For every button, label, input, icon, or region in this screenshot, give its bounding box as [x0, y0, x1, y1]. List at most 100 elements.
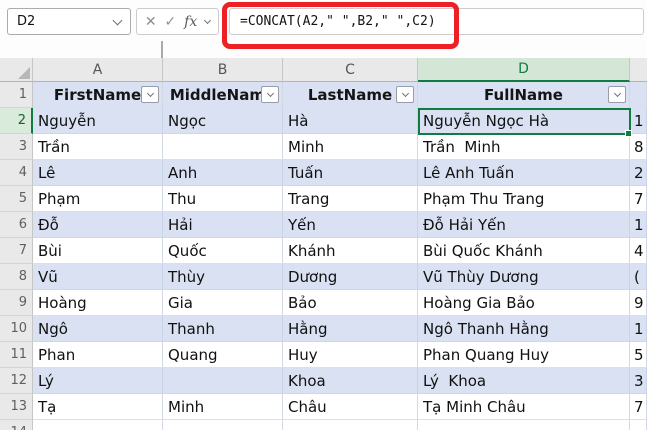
cell-d8[interactable]: Vũ Thùy Dương — [418, 264, 630, 290]
cell-a11[interactable]: Phan — [33, 342, 163, 368]
column-header-a[interactable]: A — [33, 58, 163, 82]
cell-b8[interactable]: Thùy — [163, 264, 283, 290]
cell-d2-active[interactable]: Nguyễn Ngọc Hà — [418, 108, 630, 134]
cell-d12[interactable]: Lý Khoa — [418, 368, 630, 394]
cell-c10[interactable]: Hằng — [283, 316, 418, 342]
row-header-14[interactable]: 14 — [0, 420, 33, 430]
cell-a10[interactable]: Ngô — [33, 316, 163, 342]
cell-c2[interactable]: Hà — [283, 108, 418, 134]
select-all-button[interactable] — [0, 58, 33, 82]
cell-e4[interactable]: 2 — [630, 160, 647, 186]
cell-c13[interactable]: Châu — [283, 394, 418, 420]
cell-a4[interactable]: Lê — [33, 160, 163, 186]
cell-b7[interactable]: Quốc — [163, 238, 283, 264]
cell-b10[interactable]: Thanh — [163, 316, 283, 342]
cell-d6[interactable]: Đỗ Hải Yến — [418, 212, 630, 238]
cell-e2[interactable]: 1 — [630, 108, 647, 134]
insert-function-icon[interactable]: fx — [184, 14, 197, 30]
cell-a5[interactable]: Phạm — [33, 186, 163, 212]
cell-a9[interactable]: Hoàng — [33, 290, 163, 316]
cell-e10[interactable]: 1 — [630, 316, 647, 342]
cell-a3[interactable]: Trần — [33, 134, 163, 160]
cell-d9[interactable]: Hoàng Gia Bảo — [418, 290, 630, 316]
cell-c5[interactable]: Trang — [283, 186, 418, 212]
cell-a8[interactable]: Vũ — [33, 264, 163, 290]
cell-c6[interactable]: Yến — [283, 212, 418, 238]
cell-e3[interactable]: 8 — [630, 134, 647, 160]
row-header-12[interactable]: 12 — [0, 368, 33, 394]
cell-b14[interactable] — [163, 420, 283, 430]
cell-a13[interactable]: Tạ — [33, 394, 163, 420]
cell-b11[interactable]: Quang — [163, 342, 283, 368]
header-cell-lastname[interactable]: LastName — [283, 82, 418, 108]
row-header-8[interactable]: 8 — [0, 264, 33, 290]
header-cell-e-sliver[interactable] — [630, 82, 647, 108]
cell-d14[interactable] — [418, 420, 630, 430]
cell-b4[interactable]: Anh — [163, 160, 283, 186]
cell-c9[interactable]: Bảo — [283, 290, 418, 316]
formula-input[interactable]: =CONCAT(A2," ",B2," ",C2) — [229, 8, 644, 35]
cell-d10[interactable]: Ngô Thanh Hằng — [418, 316, 630, 342]
cell-a7[interactable]: Bùi — [33, 238, 163, 264]
name-box[interactable]: D2 — [7, 8, 131, 35]
fx-dropdown-icon[interactable] — [204, 16, 212, 24]
cell-c12[interactable]: Khoa — [283, 368, 418, 394]
cell-e12[interactable]: 3 — [630, 368, 647, 394]
cell-a12[interactable]: Lý — [33, 368, 163, 394]
cell-c14[interactable] — [283, 420, 418, 430]
cell-c11[interactable]: Huy — [283, 342, 418, 368]
cell-b9[interactable]: Gia — [163, 290, 283, 316]
cell-b2[interactable]: Ngọc — [163, 108, 283, 134]
cancel-icon[interactable]: ✕ — [145, 15, 157, 29]
cell-d11[interactable]: Phan Quang Huy — [418, 342, 630, 368]
header-cell-fullname[interactable]: FullName — [418, 82, 630, 108]
row-header-6[interactable]: 6 — [0, 212, 33, 238]
cell-e6[interactable]: 1 — [630, 212, 647, 238]
filter-button[interactable] — [261, 85, 279, 103]
column-header-d[interactable]: D — [418, 58, 630, 82]
cell-e9[interactable]: 9 — [630, 290, 647, 316]
row-header-5[interactable]: 5 — [0, 186, 33, 212]
row-header-3[interactable]: 3 — [0, 134, 33, 160]
cell-a14[interactable] — [33, 420, 163, 430]
header-cell-middlename[interactable]: MiddleName — [163, 82, 283, 108]
cell-c8[interactable]: Dương — [283, 264, 418, 290]
row-header-11[interactable]: 11 — [0, 342, 33, 368]
cell-e14[interactable] — [630, 420, 647, 430]
cell-b5[interactable]: Thu — [163, 186, 283, 212]
column-header-e-sliver[interactable] — [630, 58, 647, 82]
cell-c7[interactable]: Khánh — [283, 238, 418, 264]
cell-a6[interactable]: Đỗ — [33, 212, 163, 238]
cell-e5[interactable]: 7 — [630, 186, 647, 212]
cell-b12[interactable] — [163, 368, 283, 394]
name-box-dropdown-icon[interactable] — [112, 15, 123, 25]
row-header-9[interactable]: 9 — [0, 290, 33, 316]
cell-b6[interactable]: Hải — [163, 212, 283, 238]
filter-button[interactable] — [396, 85, 414, 103]
cell-e13[interactable]: 7 — [630, 394, 647, 420]
row-header-4[interactable]: 4 — [0, 160, 33, 186]
cell-c3[interactable]: Minh — [283, 134, 418, 160]
cell-e8[interactable]: ( — [630, 264, 647, 290]
cell-d13[interactable]: Tạ Minh Châu — [418, 394, 630, 420]
row-header-10[interactable]: 10 — [0, 316, 33, 342]
cell-b13[interactable]: Minh — [163, 394, 283, 420]
cell-e11[interactable]: 5 — [630, 342, 647, 368]
column-header-b[interactable]: B — [163, 58, 283, 82]
column-header-c[interactable]: C — [283, 58, 418, 82]
cell-a2[interactable]: Nguyễn — [33, 108, 163, 134]
row-header-1[interactable]: 1 — [0, 82, 33, 108]
fill-handle[interactable] — [625, 130, 632, 137]
cell-e7[interactable]: 4 — [630, 238, 647, 264]
cell-d4[interactable]: Lê Anh Tuấn — [418, 160, 630, 186]
header-cell-firstname[interactable]: FirstName — [33, 82, 163, 108]
row-header-7[interactable]: 7 — [0, 238, 33, 264]
filter-button[interactable] — [141, 85, 159, 103]
row-header-13[interactable]: 13 — [0, 394, 33, 420]
enter-icon[interactable]: ✓ — [165, 15, 177, 29]
cell-d7[interactable]: Bùi Quốc Khánh — [418, 238, 630, 264]
row-header-2[interactable]: 2 — [0, 108, 33, 134]
cell-d3[interactable]: Trần Minh — [418, 134, 630, 160]
cell-d5[interactable]: Phạm Thu Trang — [418, 186, 630, 212]
cell-c4[interactable]: Tuấn — [283, 160, 418, 186]
